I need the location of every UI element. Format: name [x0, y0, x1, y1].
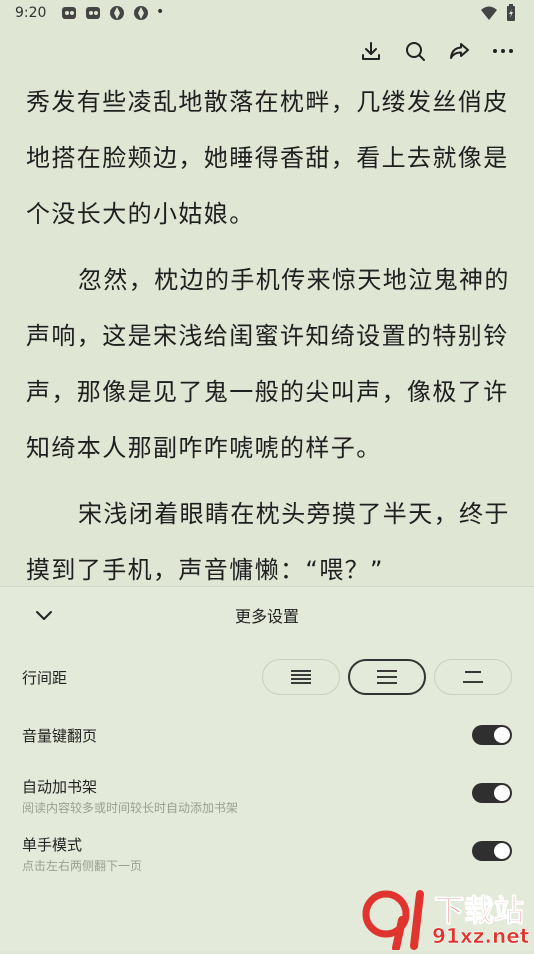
- system-status: [480, 4, 520, 22]
- line-spacing-compact-button[interactable]: [262, 659, 340, 695]
- search-icon: [406, 42, 425, 61]
- line-spacing-medium-icon: [377, 670, 397, 684]
- more-notifications-dot: •: [156, 4, 165, 20]
- search-button[interactable]: [402, 36, 428, 66]
- panel-header: 更多设置: [0, 587, 534, 643]
- auto-bookshelf-toggle[interactable]: [472, 783, 512, 803]
- volume-page-turn-toggle[interactable]: [472, 725, 512, 745]
- aperture-icon: [110, 6, 124, 20]
- app-notification-icon: [86, 7, 100, 19]
- share-icon: [450, 43, 469, 59]
- notification-icons: •: [60, 4, 164, 22]
- panel-title: 更多设置: [234, 607, 299, 626]
- battery-icon: [507, 4, 515, 21]
- paragraph: 忽然，枕边的手机传来惊天地泣鬼神的声响，这是宋浅给闺蜜许知绮设置的特别铃声，那像…: [26, 266, 510, 462]
- share-button[interactable]: [446, 36, 472, 66]
- reader-toolbar: [358, 36, 516, 66]
- more-button[interactable]: [490, 36, 516, 66]
- toggle-knob: [494, 727, 510, 743]
- auto-bookshelf-label: 自动加书架: [22, 778, 98, 796]
- more-icon: [493, 49, 513, 53]
- aperture-icon: [134, 6, 148, 20]
- download-icon: [362, 42, 380, 60]
- app-notification-icon: [62, 7, 76, 19]
- one-hand-mode-label: 单手模式: [22, 836, 83, 854]
- auto-bookshelf-subtitle: 阅读内容较多或时间较长时自动添加书架: [22, 801, 239, 815]
- status-bar: 9:20 •: [0, 0, 534, 28]
- line-spacing-compact-icon: [291, 670, 311, 684]
- paragraph: 秀发有些凌乱地散落在枕畔，几缕发丝俏皮地搭在脸颊边，她睡得香甜，看上去就像是个没…: [26, 88, 509, 228]
- one-hand-mode-row: 单手模式 点击左右两侧翻下一页: [22, 834, 512, 874]
- line-spacing-loose-icon: [463, 671, 483, 683]
- line-spacing-loose-button[interactable]: [434, 659, 512, 695]
- line-spacing-options: [262, 659, 512, 695]
- status-time: 9:20: [15, 5, 47, 21]
- paragraph: 宋浅闭着眼睛在枕头旁摸了半天，终于摸到了手机，声音慵懒：“喂？”: [26, 500, 510, 584]
- auto-bookshelf-row: 自动加书架 阅读内容较多或时间较长时自动添加书架: [22, 776, 512, 816]
- one-hand-mode-subtitle: 点击左右两侧翻下一页: [22, 859, 143, 873]
- watermark-logo: 下载站 91xz.net: [362, 884, 534, 952]
- volume-page-turn-label: 音量键翻页: [22, 727, 98, 745]
- reader-content[interactable]: 秀发有些凌乱地散落在枕畔，几缕发丝俏皮地搭在脸颊边，她睡得香甜，看上去就像是个没…: [0, 72, 534, 586]
- toggle-knob: [494, 843, 510, 859]
- wifi-icon: [481, 6, 497, 20]
- one-hand-mode-toggle[interactable]: [472, 841, 512, 861]
- toggle-knob: [494, 785, 510, 801]
- line-spacing-medium-button[interactable]: [348, 659, 426, 695]
- volume-page-turn-row: 音量键翻页: [22, 725, 512, 746]
- download-button[interactable]: [358, 36, 384, 66]
- watermark-url: 91xz.net: [432, 924, 530, 949]
